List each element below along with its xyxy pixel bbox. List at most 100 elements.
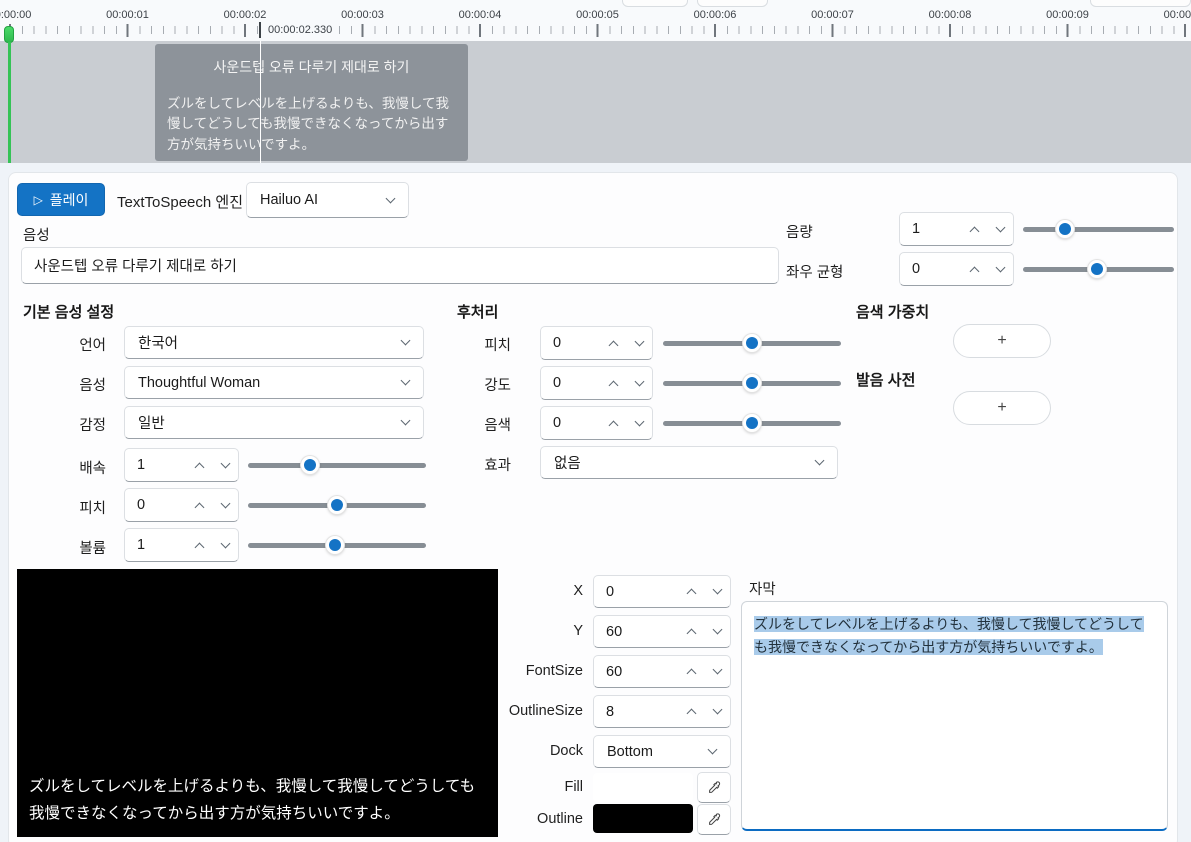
effect-select[interactable]: 없음	[540, 446, 838, 479]
subtitle-textarea[interactable]: ズルをしてレベルを上げるよりも、我慢して我慢してどうしても我慢できなくなってから…	[741, 601, 1168, 831]
spin-up-button[interactable]	[600, 407, 626, 439]
engine-select[interactable]: Hailuo AI	[246, 182, 409, 218]
fill-color-swatch[interactable]	[593, 773, 693, 802]
pitch-spinner[interactable]: 0	[124, 488, 239, 522]
pitch-slider[interactable]	[248, 496, 426, 514]
fontsize-label: FontSize	[483, 663, 583, 679]
engine-select-value: Hailuo AI	[247, 192, 387, 208]
intensity-slider[interactable]	[663, 374, 841, 392]
slider-thumb[interactable]	[326, 536, 344, 554]
ruler-label: 00:00:04	[459, 9, 502, 21]
spin-down-button[interactable]	[626, 367, 652, 399]
spin-down-button[interactable]	[704, 656, 730, 687]
spin-up-button[interactable]	[186, 449, 212, 481]
timeline-track[interactable]: 사운드텝 오류 다루기 제대로 하기 ズルをしてレベルを上げるよりも、我慢して我…	[0, 41, 1191, 163]
post-processing-heading: 후처리	[457, 301, 498, 322]
speed-slider[interactable]	[248, 456, 426, 474]
volume-spinner[interactable]: 1	[899, 212, 1014, 246]
spin-down-button[interactable]	[626, 327, 652, 359]
outline-label: Outline	[483, 811, 583, 827]
chevron-down-icon	[401, 376, 411, 386]
y-spinner[interactable]: 60	[593, 615, 731, 648]
cutoff-button[interactable]	[697, 0, 768, 7]
pitch-value: 0	[125, 497, 186, 513]
timbre-slider[interactable]	[663, 414, 841, 432]
voice-text-label: 음성	[23, 224, 50, 245]
post-pitch-slider[interactable]	[663, 334, 841, 352]
spin-down-button[interactable]	[987, 213, 1013, 245]
cutoff-button[interactable]	[622, 0, 688, 7]
spin-down-button[interactable]	[212, 449, 238, 481]
slider-thumb[interactable]	[301, 456, 319, 474]
timbre-spinner[interactable]: 0	[540, 406, 653, 440]
ruler-label: 00:00:02	[224, 9, 267, 21]
spin-down-button[interactable]	[704, 696, 730, 727]
volume-slider[interactable]	[1023, 220, 1174, 238]
spin-up-button[interactable]	[961, 253, 987, 285]
spin-up-button[interactable]	[961, 213, 987, 245]
dock-label: Dock	[483, 743, 583, 759]
voice-text-input[interactable]: 사운드텝 오류 다루기 제대로 하기	[21, 247, 779, 284]
spin-up-button[interactable]	[678, 656, 704, 687]
ruler-label: 00:00:09	[1046, 9, 1089, 21]
spin-up-button[interactable]	[186, 529, 212, 561]
dock-value: Bottom	[594, 744, 709, 760]
spin-down-button[interactable]	[704, 576, 730, 607]
emotion-select[interactable]: 일반	[124, 406, 424, 439]
playhead-line[interactable]	[260, 41, 262, 163]
plus-icon: +	[997, 399, 1006, 417]
spin-down-button[interactable]	[626, 407, 652, 439]
timeline-marker-handle[interactable]	[4, 26, 14, 43]
outlinesize-spinner[interactable]: 8	[593, 695, 731, 728]
y-label: Y	[483, 623, 583, 639]
post-pitch-spinner[interactable]: 0	[540, 326, 653, 360]
timeline-ruler[interactable]: 00:00:00 00:00:01 00:00:02 00:00:03 00:0…	[0, 0, 1191, 41]
balance-spinner[interactable]: 0	[899, 252, 1014, 286]
slider-thumb[interactable]	[1056, 220, 1074, 238]
preview-subtitle-text: ズルをしてレベルを上げるよりも、我慢して我慢してどうしても我慢できなくなってから…	[17, 773, 498, 827]
playhead-time-label: 00:00:02.330	[266, 24, 334, 36]
spin-up-button[interactable]	[678, 616, 704, 647]
chevron-up-icon	[194, 542, 204, 552]
ruler-label: 00:00:07	[811, 9, 854, 21]
slider-thumb[interactable]	[743, 374, 761, 392]
speed-spinner[interactable]: 1	[124, 448, 239, 482]
subtitle-clip[interactable]: 사운드텝 오류 다루기 제대로 하기 ズルをしてレベルを上げるよりも、我慢して我…	[155, 44, 468, 161]
intensity-value: 0	[541, 375, 600, 391]
slider-thumb[interactable]	[328, 496, 346, 514]
intensity-spinner[interactable]: 0	[540, 366, 653, 400]
slider-thumb[interactable]	[743, 334, 761, 352]
spin-down-button[interactable]	[212, 529, 238, 561]
chevron-down-icon	[220, 458, 230, 468]
add-pronunciation-button[interactable]: +	[953, 391, 1051, 425]
add-timbre-weight-button[interactable]: +	[953, 324, 1051, 358]
spin-up-button[interactable]	[600, 367, 626, 399]
cutoff-button[interactable]	[1090, 0, 1191, 7]
fill-color-picker-button[interactable]	[697, 772, 731, 803]
spin-up-button[interactable]	[678, 696, 704, 727]
volume2-slider[interactable]	[248, 536, 426, 554]
balance-slider[interactable]	[1023, 260, 1174, 278]
outline-color-swatch[interactable]	[593, 804, 693, 833]
slider-thumb[interactable]	[743, 414, 761, 432]
spin-down-button[interactable]	[704, 616, 730, 647]
dock-select[interactable]: Bottom	[593, 735, 731, 768]
speed-value: 1	[125, 457, 186, 473]
spin-down-button[interactable]	[212, 489, 238, 521]
volume2-spinner[interactable]: 1	[124, 528, 239, 562]
basic-settings-heading: 기본 음성 설정	[23, 301, 114, 322]
language-select[interactable]: 한국어	[124, 326, 424, 359]
slider-thumb[interactable]	[1088, 260, 1106, 278]
video-preview[interactable]: ズルをしてレベルを上げるよりも、我慢して我慢してどうしても我慢できなくなってから…	[17, 569, 498, 837]
playhead-tick[interactable]	[259, 22, 261, 38]
spin-up-button[interactable]	[600, 327, 626, 359]
play-button[interactable]: ▷ 플레이	[17, 183, 105, 216]
spin-up-button[interactable]	[678, 576, 704, 607]
spin-up-button[interactable]	[186, 489, 212, 521]
voice-label: 음성	[49, 374, 106, 395]
outline-color-picker-button[interactable]	[697, 804, 731, 835]
x-spinner[interactable]: 0	[593, 575, 731, 608]
voice-select[interactable]: Thoughtful Woman	[124, 366, 424, 399]
spin-down-button[interactable]	[987, 253, 1013, 285]
fontsize-spinner[interactable]: 60	[593, 655, 731, 688]
